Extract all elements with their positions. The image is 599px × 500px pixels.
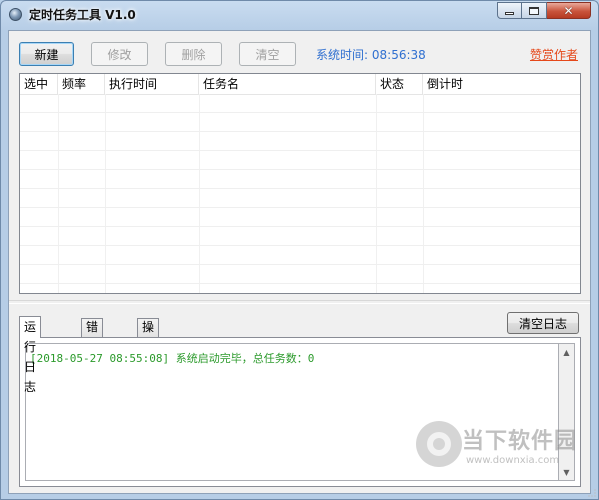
column-header-frequency[interactable]: 频率 xyxy=(58,74,105,94)
client-area: 新建 修改 删除 清空 系统时间: 08:56:38 赞赏作者 选中 频率 执行… xyxy=(8,30,591,494)
log-textarea[interactable]: [2018-05-27 08:55:08] 系统启动完毕，总任务数：0 xyxy=(25,343,558,481)
empty-table-row xyxy=(20,265,580,284)
empty-table-row xyxy=(20,151,580,170)
maximize-icon xyxy=(529,6,539,15)
clear-tasks-button[interactable]: 清空 xyxy=(239,42,296,66)
empty-table-row xyxy=(20,208,580,227)
empty-table-row xyxy=(20,246,580,265)
empty-table-row xyxy=(20,170,580,189)
app-icon xyxy=(9,8,22,21)
table-header: 选中 频率 执行时间 任务名 状态 倒计时 xyxy=(20,74,580,95)
title-bar[interactable]: 定时任务工具 V1.0 ✕ xyxy=(1,1,598,29)
delete-task-button[interactable]: 删除 xyxy=(165,42,222,66)
column-header-status[interactable]: 状态 xyxy=(376,74,423,94)
column-header-task-name[interactable]: 任务名 xyxy=(199,74,376,94)
panel-splitter[interactable] xyxy=(9,300,590,304)
caption-buttons: ✕ xyxy=(497,2,591,20)
empty-table-row xyxy=(20,113,580,132)
edit-task-button[interactable]: 修改 xyxy=(91,42,148,66)
resize-grip[interactable] xyxy=(588,489,596,497)
scroll-up-icon[interactable]: ▲ xyxy=(559,344,574,360)
log-panel: [2018-05-27 08:55:08] 系统启动完毕，总任务数：0 ▲ ▼ xyxy=(19,337,581,487)
scroll-down-icon[interactable]: ▼ xyxy=(559,464,574,480)
close-icon: ✕ xyxy=(563,3,574,18)
empty-table-row xyxy=(20,94,580,113)
minimize-button[interactable] xyxy=(497,2,522,19)
main-window: 定时任务工具 V1.0 ✕ 新建 修改 删除 清空 系统时间: 08:56:38… xyxy=(0,0,599,500)
column-header-exec-time[interactable]: 执行时间 xyxy=(105,74,199,94)
tab-error-log[interactable]: 错误日志 xyxy=(81,318,104,385)
task-table[interactable]: 选中 频率 执行时间 任务名 状态 倒计时 xyxy=(19,73,581,294)
window-title: 定时任务工具 V1.0 xyxy=(29,8,136,22)
maximize-button[interactable] xyxy=(522,2,547,19)
new-task-button[interactable]: 新建 xyxy=(19,42,74,66)
system-time-label: 系统时间: xyxy=(316,48,369,62)
log-line: [2018-05-27 08:55:08] 系统启动完毕，总任务数：0 xyxy=(30,352,315,365)
empty-table-row xyxy=(20,227,580,246)
column-header-countdown[interactable]: 倒计时 xyxy=(423,74,580,94)
sponsor-author-link[interactable]: 赞赏作者 xyxy=(530,46,578,63)
log-scrollbar[interactable]: ▲ ▼ xyxy=(558,343,575,481)
empty-table-row xyxy=(20,189,580,208)
tab-operation-log[interactable]: 操作日志 xyxy=(137,318,160,385)
close-button[interactable]: ✕ xyxy=(547,2,591,19)
system-time: 系统时间: 08:56:38 xyxy=(316,46,426,63)
clear-log-button[interactable]: 清空日志 xyxy=(507,312,579,334)
empty-table-row xyxy=(20,132,580,151)
tab-run-log[interactable]: 运行日志 xyxy=(19,316,42,394)
system-time-value: 08:56:38 xyxy=(371,48,426,62)
column-header-select[interactable]: 选中 xyxy=(20,74,58,94)
minimize-icon xyxy=(505,12,514,15)
